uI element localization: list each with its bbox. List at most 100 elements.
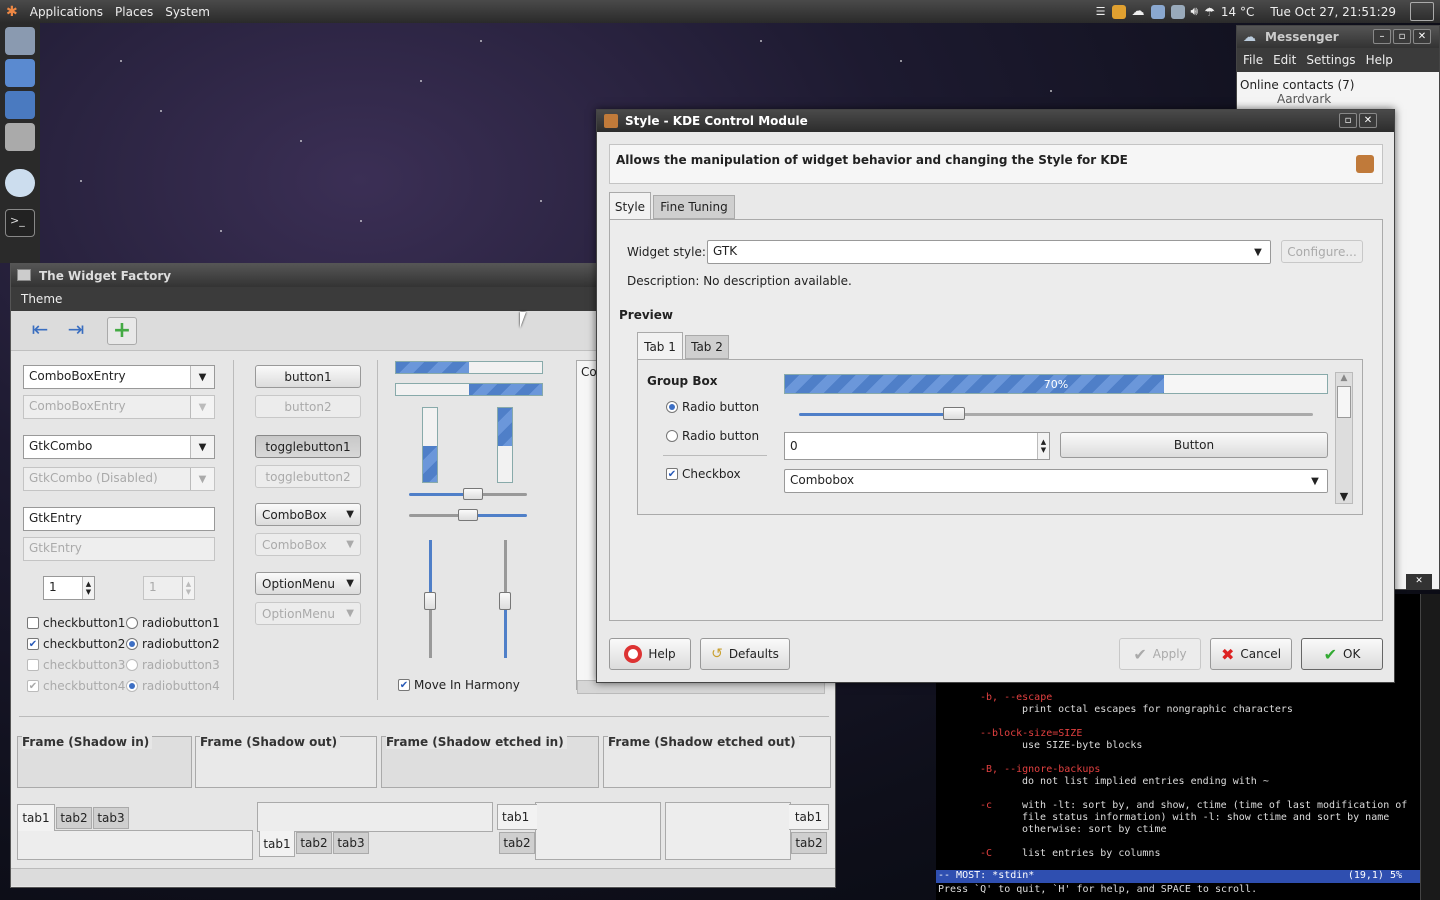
slider-handle[interactable]	[463, 488, 483, 500]
terminal-line: with -lt: sort by, and show, ctime (time…	[1022, 800, 1408, 811]
slider-handle[interactable]	[458, 509, 478, 521]
system-menu[interactable]: System	[165, 5, 210, 19]
combo-entry-disabled: ComboBoxEntry ▼	[23, 395, 215, 419]
gtk-entry[interactable]: GtkEntry	[23, 507, 215, 531]
tab2[interactable]: tab2	[791, 832, 827, 854]
radiobutton2[interactable]: radiobutton2	[126, 637, 220, 651]
preview-checkbox[interactable]: ✔ Checkbox	[666, 467, 741, 481]
tab1[interactable]: tab1	[259, 831, 295, 857]
close-icon[interactable]: ✕	[1359, 113, 1377, 128]
network-icon[interactable]	[1150, 4, 1165, 19]
spin-button[interactable]: 1 ▲ ▼	[43, 576, 95, 600]
preview-combobox[interactable]: Combobox ▼	[784, 469, 1328, 493]
slider-handle[interactable]	[943, 407, 965, 420]
slider-handle[interactable]	[499, 592, 511, 610]
show-desktop-icon[interactable]	[1410, 2, 1434, 21]
theme-menu[interactable]: Theme	[21, 292, 62, 306]
settings-menu[interactable]: Settings	[1306, 53, 1355, 67]
terminal-status-bar: -- MOST: *stdin* (19,1) 5%	[936, 870, 1420, 883]
places-menu[interactable]: Places	[115, 5, 153, 19]
tab2[interactable]: tab2	[499, 832, 535, 854]
trash-icon[interactable]	[5, 123, 35, 151]
frame-shadow-etched-in: Frame (Shadow etched in)	[381, 735, 599, 788]
checkbutton1[interactable]: checkbutton1	[27, 616, 125, 630]
tab2[interactable]: tab2	[56, 807, 92, 829]
preview-radio-1[interactable]: Radio button	[666, 400, 759, 414]
terminal-line: list entries by columns	[1022, 848, 1161, 859]
preview-scrollbar[interactable]: ▲ ▼	[1335, 372, 1353, 504]
preview-radio-2[interactable]: Radio button	[666, 429, 759, 443]
button1[interactable]: button1	[255, 365, 361, 388]
chevron-down-icon[interactable]: ▼	[190, 436, 214, 458]
weather-cloud-icon[interactable]	[5, 169, 35, 197]
edit-menu[interactable]: Edit	[1273, 53, 1296, 67]
move-in-harmony-checkbox[interactable]: ✔ Move In Harmony	[398, 678, 520, 692]
help-menu[interactable]: Help	[1366, 53, 1393, 67]
togglebutton1[interactable]: togglebutton1	[255, 435, 361, 458]
kde-titlebar[interactable]: Style - KDE Control Module	[597, 110, 1394, 132]
close-icon[interactable]: ✕	[1413, 29, 1431, 44]
weather-cloud-icon[interactable]: ☁	[1132, 4, 1145, 19]
tab3[interactable]: tab3	[333, 832, 369, 854]
weather-temp[interactable]: 14 °C	[1221, 5, 1254, 19]
chevron-down-icon[interactable]: ▼	[1303, 470, 1327, 492]
monitor-icon[interactable]	[5, 59, 35, 87]
volume-icon[interactable]: 🔊︎	[1191, 4, 1199, 19]
tab2[interactable]: tab2	[296, 832, 332, 854]
tab1[interactable]: tab1	[17, 804, 55, 831]
go-first-icon[interactable]: ⇤	[25, 317, 55, 345]
widget-style-combo[interactable]: GTK ▼	[707, 240, 1271, 264]
minimize-icon[interactable]: –	[1373, 29, 1391, 44]
preview-button[interactable]: Button	[1060, 432, 1328, 458]
maximize-icon[interactable]: ▫	[1339, 113, 1357, 128]
radiobutton1[interactable]: radiobutton1	[126, 616, 220, 630]
notebook-top	[17, 830, 253, 860]
scrollbar-thumb[interactable]	[1337, 386, 1351, 418]
spin-arrows-icon[interactable]: ▲ ▼	[1037, 433, 1049, 459]
window-title: Messenger	[1265, 30, 1339, 44]
preview-spinbox[interactable]: 0 ▲ ▼	[784, 432, 1050, 460]
add-icon[interactable]: +	[107, 317, 137, 345]
cancel-button[interactable]: ✖ Cancel	[1210, 638, 1292, 670]
folder-icon[interactable]	[1111, 4, 1126, 19]
tab1[interactable]: tab1	[497, 804, 537, 830]
checkbutton2[interactable]: ✔ checkbutton2	[27, 637, 125, 651]
go-last-icon[interactable]: ⇥	[61, 317, 91, 345]
gnome-foot-icon[interactable]: ✱	[6, 4, 18, 20]
help-button[interactable]: Help	[609, 638, 691, 670]
clock[interactable]: Tue Oct 27, 21:51:29	[1270, 5, 1396, 19]
spin-arrows-icon[interactable]: ▲ ▼	[82, 577, 94, 599]
separator	[663, 455, 767, 456]
chevron-down-icon[interactable]: ▼	[1246, 241, 1270, 263]
gtk-combo[interactable]: GtkCombo ▼	[23, 435, 215, 459]
combo-entry[interactable]: ComboBoxEntry ▼	[23, 365, 215, 389]
terminal-line: print octal escapes for nongraphic chara…	[1022, 704, 1293, 715]
ok-button[interactable]: ✔ OK	[1301, 638, 1383, 670]
tab-fine-tuning[interactable]: Fine Tuning	[653, 195, 735, 219]
terminal-close-icon[interactable]: ✕	[1406, 574, 1432, 590]
file-menu[interactable]: File	[1243, 53, 1263, 67]
online-contacts-header[interactable]: Online contacts (7)	[1237, 72, 1439, 92]
slider-handle[interactable]	[424, 592, 436, 610]
preview-tab-1[interactable]: Tab 1	[637, 332, 683, 360]
chevron-down-icon[interactable]: ▼	[190, 366, 214, 388]
computer-icon[interactable]	[5, 27, 35, 55]
defaults-button[interactable]: ↺ Defaults	[700, 638, 790, 670]
weather-icon[interactable]: ☂	[1204, 5, 1215, 19]
terminal-scrollbar[interactable]	[1420, 594, 1440, 900]
home-folder-icon[interactable]	[5, 91, 35, 119]
checkmark-icon: ✔	[1323, 644, 1338, 664]
maximize-icon[interactable]: ▫	[1393, 29, 1411, 44]
preview-slider[interactable]	[799, 413, 1313, 416]
contact-aardvark[interactable]: Aardvark	[1237, 92, 1439, 106]
optionmenu[interactable]: OptionMenu ▼	[255, 572, 361, 595]
tab1[interactable]: tab1	[789, 804, 829, 830]
applications-menu[interactable]: Applications	[30, 5, 103, 19]
preview-tab-2[interactable]: Tab 2	[685, 335, 729, 359]
tab-style[interactable]: Style	[609, 192, 651, 220]
tab3[interactable]: tab3	[93, 807, 129, 829]
combobox[interactable]: ComboBox ▼	[255, 503, 361, 526]
list-icon[interactable]: ☰	[1096, 5, 1106, 18]
display-icon[interactable]	[1170, 4, 1185, 19]
terminal-icon[interactable]: >_	[5, 209, 35, 237]
